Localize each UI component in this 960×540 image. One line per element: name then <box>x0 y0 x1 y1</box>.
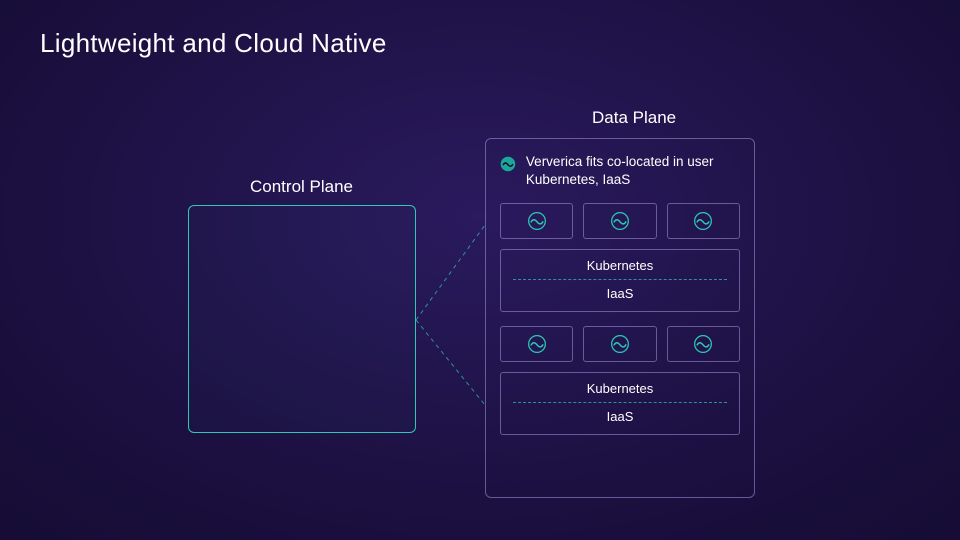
kubernetes-label: Kubernetes <box>511 381 729 402</box>
control-plane-label: Control Plane <box>250 177 353 197</box>
node-row <box>500 203 740 239</box>
node-cell <box>500 203 573 239</box>
slide-title: Lightweight and Cloud Native <box>40 28 387 59</box>
ververica-logo-icon <box>527 211 547 231</box>
node-cell <box>583 203 656 239</box>
ververica-logo-icon <box>610 334 630 354</box>
ververica-logo-icon <box>693 211 713 231</box>
control-plane-box <box>188 205 416 433</box>
connector-lines <box>0 0 960 540</box>
iaas-label: IaaS <box>511 286 729 301</box>
stack-divider <box>513 402 727 403</box>
ververica-logo-icon <box>610 211 630 231</box>
data-plane-label: Data Plane <box>592 108 676 128</box>
stack-box: Kubernetes IaaS <box>500 372 740 435</box>
cluster-block: Kubernetes IaaS <box>500 326 740 435</box>
diagram-stage: Lightweight and Cloud Native Control Pla… <box>0 0 960 540</box>
kubernetes-label: Kubernetes <box>511 258 729 279</box>
stack-box: Kubernetes IaaS <box>500 249 740 312</box>
node-cell <box>500 326 573 362</box>
node-row <box>500 326 740 362</box>
iaas-label: IaaS <box>511 409 729 424</box>
cluster-block: Kubernetes IaaS <box>500 203 740 312</box>
data-plane-description: Ververica fits co-located in user Kubern… <box>526 153 740 189</box>
stack-divider <box>513 279 727 280</box>
node-cell <box>583 326 656 362</box>
ververica-logo-icon <box>527 334 547 354</box>
ververica-logo-icon <box>693 334 713 354</box>
node-cell <box>667 326 740 362</box>
ververica-logo-icon <box>500 153 516 175</box>
node-cell <box>667 203 740 239</box>
data-plane-header: Ververica fits co-located in user Kubern… <box>500 153 740 189</box>
data-plane-box: Ververica fits co-located in user Kubern… <box>485 138 755 498</box>
